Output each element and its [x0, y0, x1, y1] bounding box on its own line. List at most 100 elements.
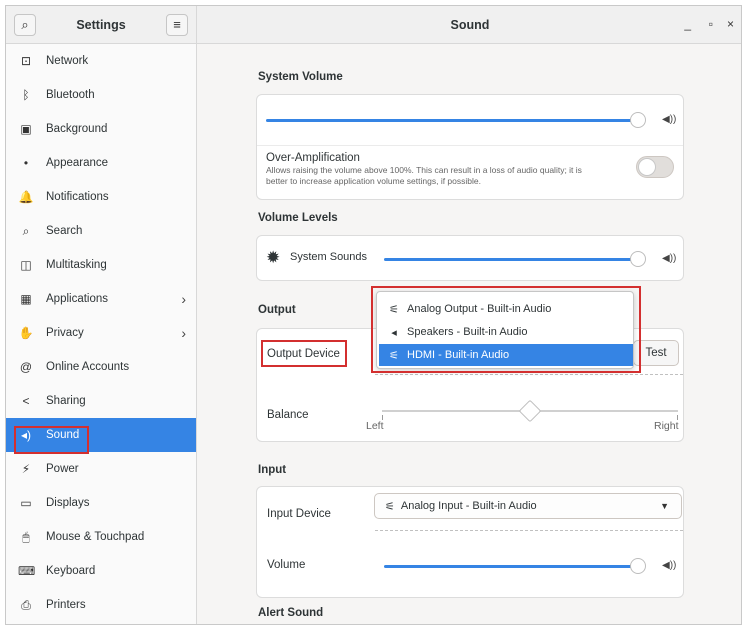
sidebar-item-label: Sharing	[46, 395, 86, 407]
sidebar-item-keyboard[interactable]: ⌨ Keyboard	[6, 554, 196, 588]
over-amplification-desc: better to increase application volume se…	[266, 176, 481, 186]
display-icon: ▭	[20, 496, 32, 510]
maximize-button[interactable]: ▫	[709, 17, 713, 31]
volume-high-icon: ◀))	[662, 560, 677, 571]
hamburger-menu-icon: ≡	[173, 17, 181, 32]
sidebar-item-applications[interactable]: ▦ Applications ›	[6, 282, 196, 316]
search-button[interactable]: ⌕	[14, 13, 36, 36]
input-volume-slider-knob[interactable]	[630, 558, 646, 574]
sidebar-item-label: Background	[46, 123, 108, 135]
sidebar-item-label: Printers	[46, 599, 86, 611]
sidebar-item-sharing[interactable]: < Sharing	[6, 384, 196, 418]
over-amplification-toggle[interactable]	[636, 156, 674, 178]
balance-slider-knob[interactable]	[518, 399, 542, 423]
sidebar-item-multitasking[interactable]: ◫ Multitasking	[6, 248, 196, 282]
sidebar-item-bluetooth[interactable]: ᛒ Bluetooth	[6, 78, 196, 112]
sidebar-item-label: Keyboard	[46, 565, 96, 577]
system-sounds-slider[interactable]	[384, 258, 638, 261]
system-volume-title: System Volume	[258, 71, 343, 83]
output-title: Output	[258, 304, 296, 316]
sidebar-item-label: Appearance	[46, 157, 109, 169]
volume-levels-title: Volume Levels	[258, 212, 338, 224]
balance-label: Balance	[267, 409, 309, 421]
sidebar-item-online-accounts[interactable]: @ Online Accounts	[6, 350, 196, 384]
system-sounds-slider-knob[interactable]	[630, 251, 646, 267]
main-panel: Sound _ ▫ × System Volume ◀)) Over-Ampli…	[197, 6, 741, 624]
toggle-knob	[638, 158, 656, 176]
input-card: Input Device ⚟ Analog Input - Built-in A…	[256, 486, 684, 598]
main-menu-button[interactable]: ≡	[166, 13, 188, 36]
background-icon: ▣	[20, 122, 32, 136]
sidebar-item-label: Bluetooth	[46, 89, 95, 101]
input-device-divider	[375, 530, 683, 531]
volume-high-icon: ◀))	[662, 253, 677, 264]
page-title: Sound	[450, 17, 490, 32]
system-volume-slider[interactable]	[266, 119, 638, 122]
keyboard-icon: ⌨	[18, 564, 36, 578]
sidebar-header: ⌕ Settings ≡	[6, 6, 196, 44]
power-icon: ⚡	[21, 462, 31, 476]
sidebar-item-power[interactable]: ⚡ Power	[6, 452, 196, 486]
volume-high-icon: ◀))	[662, 114, 677, 125]
output-device-divider	[375, 374, 683, 375]
bluetooth-icon: ᛒ	[22, 88, 30, 102]
mouse-icon: 🖱	[22, 529, 30, 544]
alert-sound-title: Alert Sound	[258, 607, 324, 619]
sidebar-item-label: Displays	[46, 497, 90, 509]
sidebar-title: Settings	[76, 17, 126, 32]
sidebar-item-displays[interactable]: ▭ Displays	[6, 486, 196, 520]
sidebar-item-label: Multitasking	[46, 259, 107, 271]
applications-grid-icon: ▦	[20, 292, 32, 306]
sidebar-item-label: Applications	[46, 293, 109, 305]
appearance-icon: •	[23, 156, 29, 170]
settings-window: ⌕ Settings ≡ ⊡ Network ᛒ Bluetooth ▣ Backgr…	[5, 5, 742, 625]
sidebar-item-network[interactable]: ⊡ Network	[6, 44, 196, 78]
output-device-highlight-box	[261, 340, 347, 367]
input-device-label: Input Device	[267, 508, 331, 520]
minimize-button[interactable]: _	[684, 17, 691, 31]
system-volume-slider-knob[interactable]	[630, 112, 646, 128]
sidebar-item-label: Online Accounts	[46, 361, 130, 373]
multitasking-icon: ◫	[20, 258, 32, 272]
input-device-dropdown[interactable]: ⚟ Analog Input - Built-in Audio ▼	[374, 493, 682, 519]
sidebar-item-background[interactable]: ▣ Background	[6, 112, 196, 146]
sidebar-item-label: Power	[46, 463, 79, 475]
search-icon: ⌕	[22, 223, 30, 238]
sidebar-item-label: Search	[46, 225, 83, 237]
close-button[interactable]: ×	[727, 17, 734, 31]
over-amplification-desc: Allows raising the volume above 100%. Th…	[266, 165, 582, 175]
dropdown-arrow-icon: ▼	[660, 501, 669, 511]
volume-levels-card: ✹ System Sounds ◀))	[256, 235, 684, 281]
sidebar: ⌕ Settings ≡ ⊡ Network ᛒ Bluetooth ▣ Backgr…	[6, 6, 197, 624]
sidebar-item-privacy[interactable]: ✋ Privacy ›	[6, 316, 196, 350]
sidebar-item-mouse-touchpad[interactable]: 🖱 Mouse & Touchpad	[6, 520, 196, 554]
bell-icon: 🔔	[18, 190, 34, 204]
sidebar-item-label: Privacy	[46, 327, 84, 339]
input-device-value: Analog Input - Built-in Audio	[400, 500, 537, 512]
share-icon: <	[22, 394, 30, 408]
gear-icon: ✹	[266, 248, 281, 267]
at-sign-icon: @	[19, 360, 33, 374]
sidebar-item-label: Network	[46, 55, 89, 67]
balance-right-label: Right	[654, 420, 679, 432]
sidebar-item-label: Notifications	[46, 191, 109, 203]
sidebar-list: ⊡ Network ᛒ Bluetooth ▣ Background • Appeara…	[6, 44, 196, 622]
sidebar-item-printers[interactable]: ⎙ Printers	[6, 588, 196, 622]
search-icon: ⌕	[21, 16, 29, 32]
over-amplification-title: Over-Amplification	[266, 152, 360, 164]
balance-left-label: Left	[366, 420, 384, 432]
printer-icon: ⎙	[21, 597, 31, 612]
title-bar: Sound _ ▫ ×	[197, 6, 741, 44]
chevron-right-icon: ›	[181, 291, 186, 307]
sidebar-item-appearance[interactable]: • Appearance	[6, 146, 196, 180]
sidebar-item-search[interactable]: ⌕ Search	[6, 214, 196, 248]
sidebar-item-label: Mouse & Touchpad	[46, 531, 145, 543]
system-sounds-label: System Sounds	[290, 251, 368, 263]
network-icon: ⊡	[20, 54, 32, 68]
input-volume-slider[interactable]	[384, 565, 638, 568]
chevron-right-icon: ›	[181, 325, 186, 341]
sidebar-item-notifications[interactable]: 🔔 Notifications	[6, 180, 196, 214]
input-volume-label: Volume	[267, 559, 306, 571]
input-title: Input	[258, 464, 287, 476]
sound-highlight-box	[14, 426, 89, 454]
